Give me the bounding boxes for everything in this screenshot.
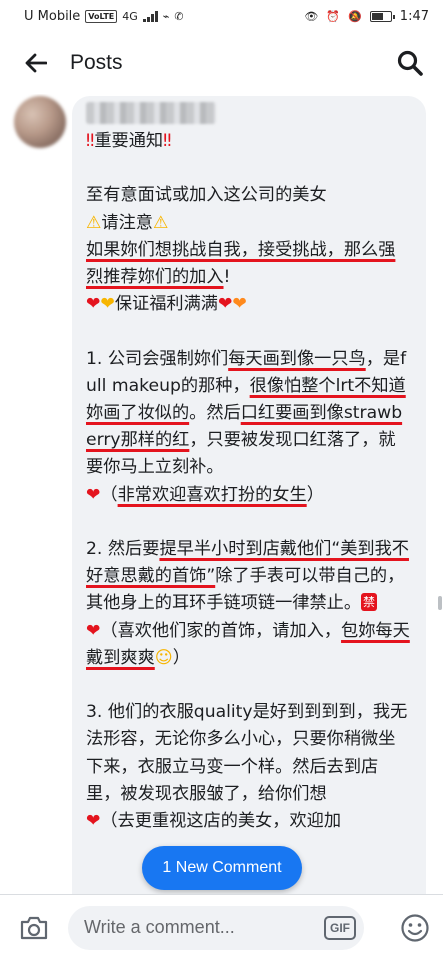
red-heart-icon: ❤ — [86, 620, 101, 641]
double-exclamation-icon: ‼ — [163, 131, 172, 151]
red-heart-icon: ❤ — [86, 484, 101, 505]
page-title: Posts — [70, 51, 123, 74]
prohibited-icon: 禁 — [361, 593, 378, 612]
comment-thread: ‼重要通知‼ 至有意面试或加入这公司的美女 ⚠请注意⚠ 如果妳们想挑战自我，接受… — [0, 94, 443, 894]
signal-icon — [142, 10, 158, 22]
carrier-name: U Mobile — [24, 8, 81, 24]
whatsapp-icon: ✆ — [174, 9, 184, 23]
nfc-icon: ⌁ — [162, 9, 170, 23]
red-heart-icon: ❤ — [217, 294, 233, 315]
comment-text: ‼重要通知‼ 至有意面试或加入这公司的美女 ⚠请注意⚠ 如果妳们想挑战自我，接受… — [86, 131, 410, 832]
comment-input-container[interactable]: GIF — [68, 905, 364, 950]
eye-icon: 👁 — [304, 9, 319, 23]
status-bar: U Mobile VoLTE 4G ⌁ ✆ 👁 ⏰ 🔕 1:47 — [0, 0, 443, 32]
emoji-icon[interactable] — [399, 912, 431, 944]
mute-icon: 🔕 — [348, 9, 362, 23]
comment-bubble: ‼重要通知‼ 至有意面试或加入这公司的美女 ⚠请注意⚠ 如果妳们想挑战自我，接受… — [72, 96, 426, 894]
gif-button[interactable]: GIF — [324, 915, 356, 940]
warning-icon: ⚠ — [153, 212, 169, 233]
clock: 1:47 — [399, 8, 429, 24]
arrow-left-icon[interactable] — [22, 49, 50, 77]
battery-icon — [369, 10, 395, 22]
comment-bar: GIF — [0, 894, 443, 960]
camera-icon[interactable] — [18, 912, 50, 944]
smiling-face-icon: ☺ — [154, 647, 173, 668]
network-type: 4G — [122, 9, 138, 23]
comment-input[interactable] — [84, 917, 324, 938]
red-heart-icon: ❤ — [86, 811, 101, 832]
red-heart-icon: ❤ — [86, 294, 101, 315]
yellow-heart-icon: ❤ — [100, 294, 115, 315]
search-icon[interactable] — [395, 48, 425, 78]
avatar[interactable] — [14, 96, 66, 148]
scroll-indicator[interactable] — [438, 596, 442, 610]
notice-title: 重要通知 — [94, 131, 164, 151]
warning-icon: ⚠ — [86, 212, 102, 233]
new-comment-button[interactable]: 1 New Comment — [142, 846, 302, 890]
orange-heart-icon: ❤ — [232, 294, 247, 315]
alarm-icon: ⏰ — [326, 9, 341, 23]
author-name-blurred[interactable] — [86, 102, 216, 124]
volte-icon: VoLTE — [85, 9, 118, 23]
top-app-bar: Posts — [0, 32, 443, 94]
